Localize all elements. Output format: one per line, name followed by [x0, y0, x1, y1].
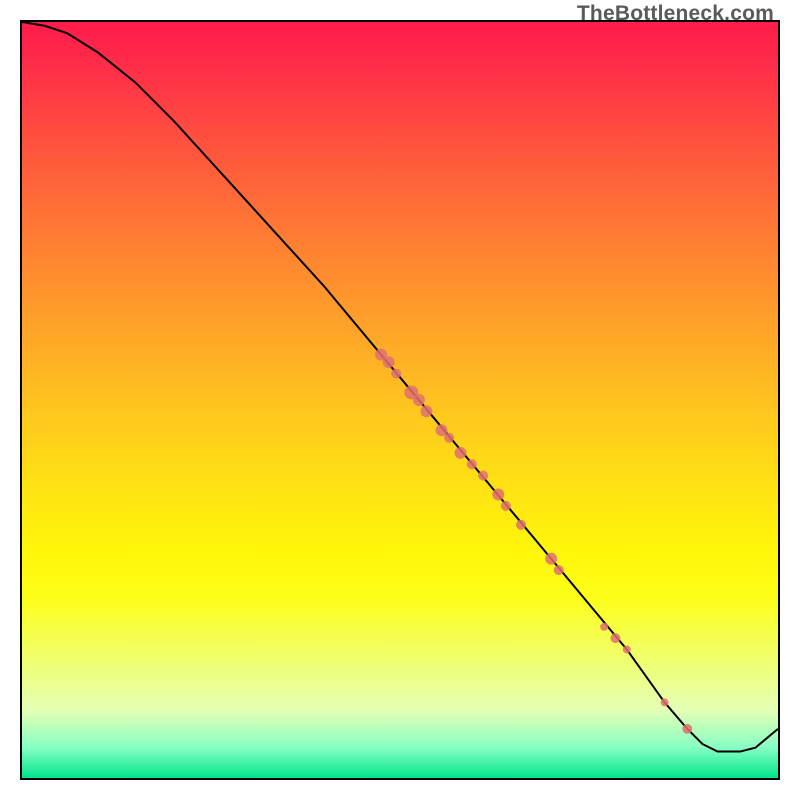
data-marker — [661, 698, 669, 706]
data-marker — [391, 369, 401, 379]
data-marker — [545, 553, 557, 565]
data-marker — [600, 623, 608, 631]
data-marker — [478, 471, 488, 481]
line-series — [22, 22, 778, 752]
data-marker — [623, 646, 631, 654]
curve-line — [22, 22, 778, 752]
data-marker — [554, 565, 564, 575]
data-marker — [610, 633, 620, 643]
data-marker — [492, 489, 504, 501]
data-marker — [383, 356, 395, 368]
chart-container: TheBottleneck.com — [0, 0, 800, 800]
data-marker — [682, 724, 692, 734]
data-marker — [516, 520, 526, 530]
plot-area — [20, 20, 780, 780]
data-marker — [501, 501, 511, 511]
data-marker — [444, 433, 454, 443]
watermark-text: TheBottleneck.com — [577, 2, 774, 26]
data-marker — [467, 459, 477, 469]
chart-svg — [22, 22, 778, 778]
data-marker — [420, 405, 432, 417]
data-marker — [455, 447, 467, 459]
data-marker — [413, 394, 425, 406]
